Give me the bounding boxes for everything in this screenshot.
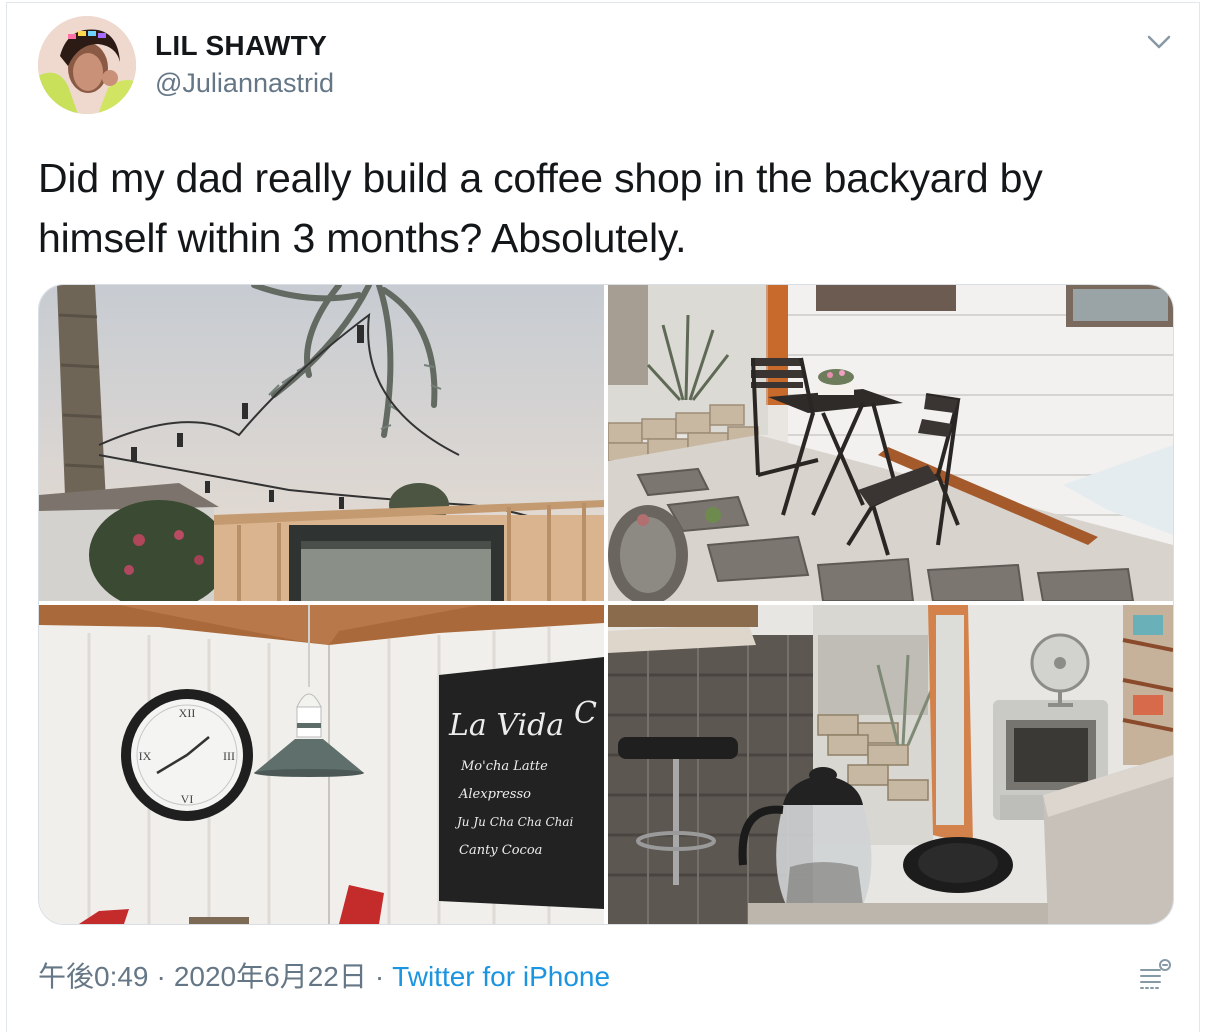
tweet-meta: 午後0:49 · 2020年6月22日 · Twitter for iPhone <box>38 955 610 995</box>
chalkboard-item: Alexpresso <box>458 787 531 802</box>
photo-interior-clock-chalkboard[interactable]: XII III VI IX La Vida C Mo'cha Latte Alexp… <box>39 605 604 924</box>
chalkboard-item: Canty Cocoa <box>459 843 542 858</box>
user-handle[interactable]: @Juliannastrid <box>155 68 334 99</box>
chevron-down-icon[interactable] <box>1140 26 1178 58</box>
meta-separator: · <box>156 961 166 992</box>
chalkboard-item: Mo'cha Latte <box>460 759 548 774</box>
media-grid: XII III VI IX La Vida C Mo'cha Latte Alexp… <box>38 284 1174 925</box>
avatar-photo <box>38 16 136 114</box>
photo-backyard-deck[interactable] <box>39 285 604 601</box>
svg-text:IX: IX <box>139 749 152 763</box>
avatar[interactable] <box>38 16 136 114</box>
chalkboard-item: Ju Ju Cha Cha Chai <box>454 815 574 829</box>
chalkboard-title: La Vida <box>448 708 564 743</box>
chalkboard-title-cut: C <box>574 696 597 731</box>
photo-interior-coffee-bar[interactable] <box>608 605 1173 924</box>
svg-text:XII: XII <box>179 706 196 720</box>
tweet-date[interactable]: 2020年6月22日 <box>174 961 367 992</box>
svg-text:VI: VI <box>181 792 194 806</box>
display-name[interactable]: LIL SHAWTY <box>155 30 327 62</box>
tweet-time[interactable]: 午後0:49 <box>38 961 149 992</box>
meta-separator: · <box>374 961 385 992</box>
analytics-icon[interactable] <box>1136 956 1174 994</box>
svg-text:III: III <box>223 749 235 763</box>
photo-patio-bistro-set[interactable] <box>608 285 1173 601</box>
tweet-source-link[interactable]: Twitter for iPhone <box>392 961 610 992</box>
tweet-text: Did my dad really build a coffee shop in… <box>38 155 1043 261</box>
